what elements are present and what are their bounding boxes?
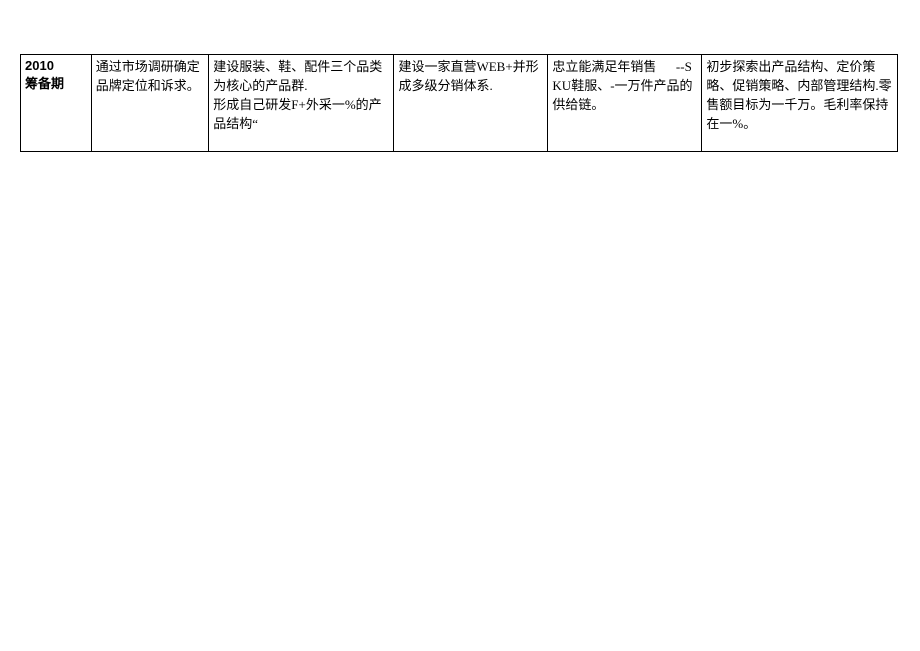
cell-c1: 通过市场调研确定品牌定位和诉求。 bbox=[91, 55, 209, 152]
cell-c3: 建设一家直营WEB+并形成多级分销体系. bbox=[394, 55, 548, 152]
cell-period: 2010 筹备期 bbox=[21, 55, 92, 152]
cell-c5: 初步探索出产品结构、定价策略、促销策略、内部管理结构.零售额目标为一千万。毛利率… bbox=[702, 55, 898, 152]
text-c2-line2: 形成自己研发F+外采一%的产品结构“ bbox=[213, 97, 381, 131]
cell-c4: 忠立能满足年销售 --SKU鞋服、-一万件产品的供给链。 bbox=[548, 55, 702, 152]
plan-table: 2010 筹备期 通过市场调研确定品牌定位和诉求。 建设服装、鞋、配件三个品类为… bbox=[20, 54, 898, 152]
text-c1: 通过市场调研确定品牌定位和诉求。 bbox=[96, 59, 200, 93]
text-c5: 初步探索出产品结构、定价策略、促销策略、内部管理结构.零售额目标为一千万。毛利率… bbox=[706, 59, 891, 131]
text-c3: 建设一家直营WEB+并形成多级分销体系. bbox=[398, 59, 538, 93]
cell-c2: 建设服装、鞋、配件三个品类为核心的产品群. 形成自己研发F+外采一%的产品结构“ bbox=[209, 55, 394, 152]
period-phase: 筹备期 bbox=[25, 74, 88, 95]
table-row: 2010 筹备期 通过市场调研确定品牌定位和诉求。 建设服装、鞋、配件三个品类为… bbox=[21, 55, 898, 152]
text-c4: 忠立能满足年销售 --SKU鞋服、-一万件产品的供给链。 bbox=[552, 59, 692, 112]
period-year: 2010 bbox=[25, 58, 88, 74]
text-c2-line1: 建设服装、鞋、配件三个品类为核心的产品群. bbox=[213, 59, 382, 93]
